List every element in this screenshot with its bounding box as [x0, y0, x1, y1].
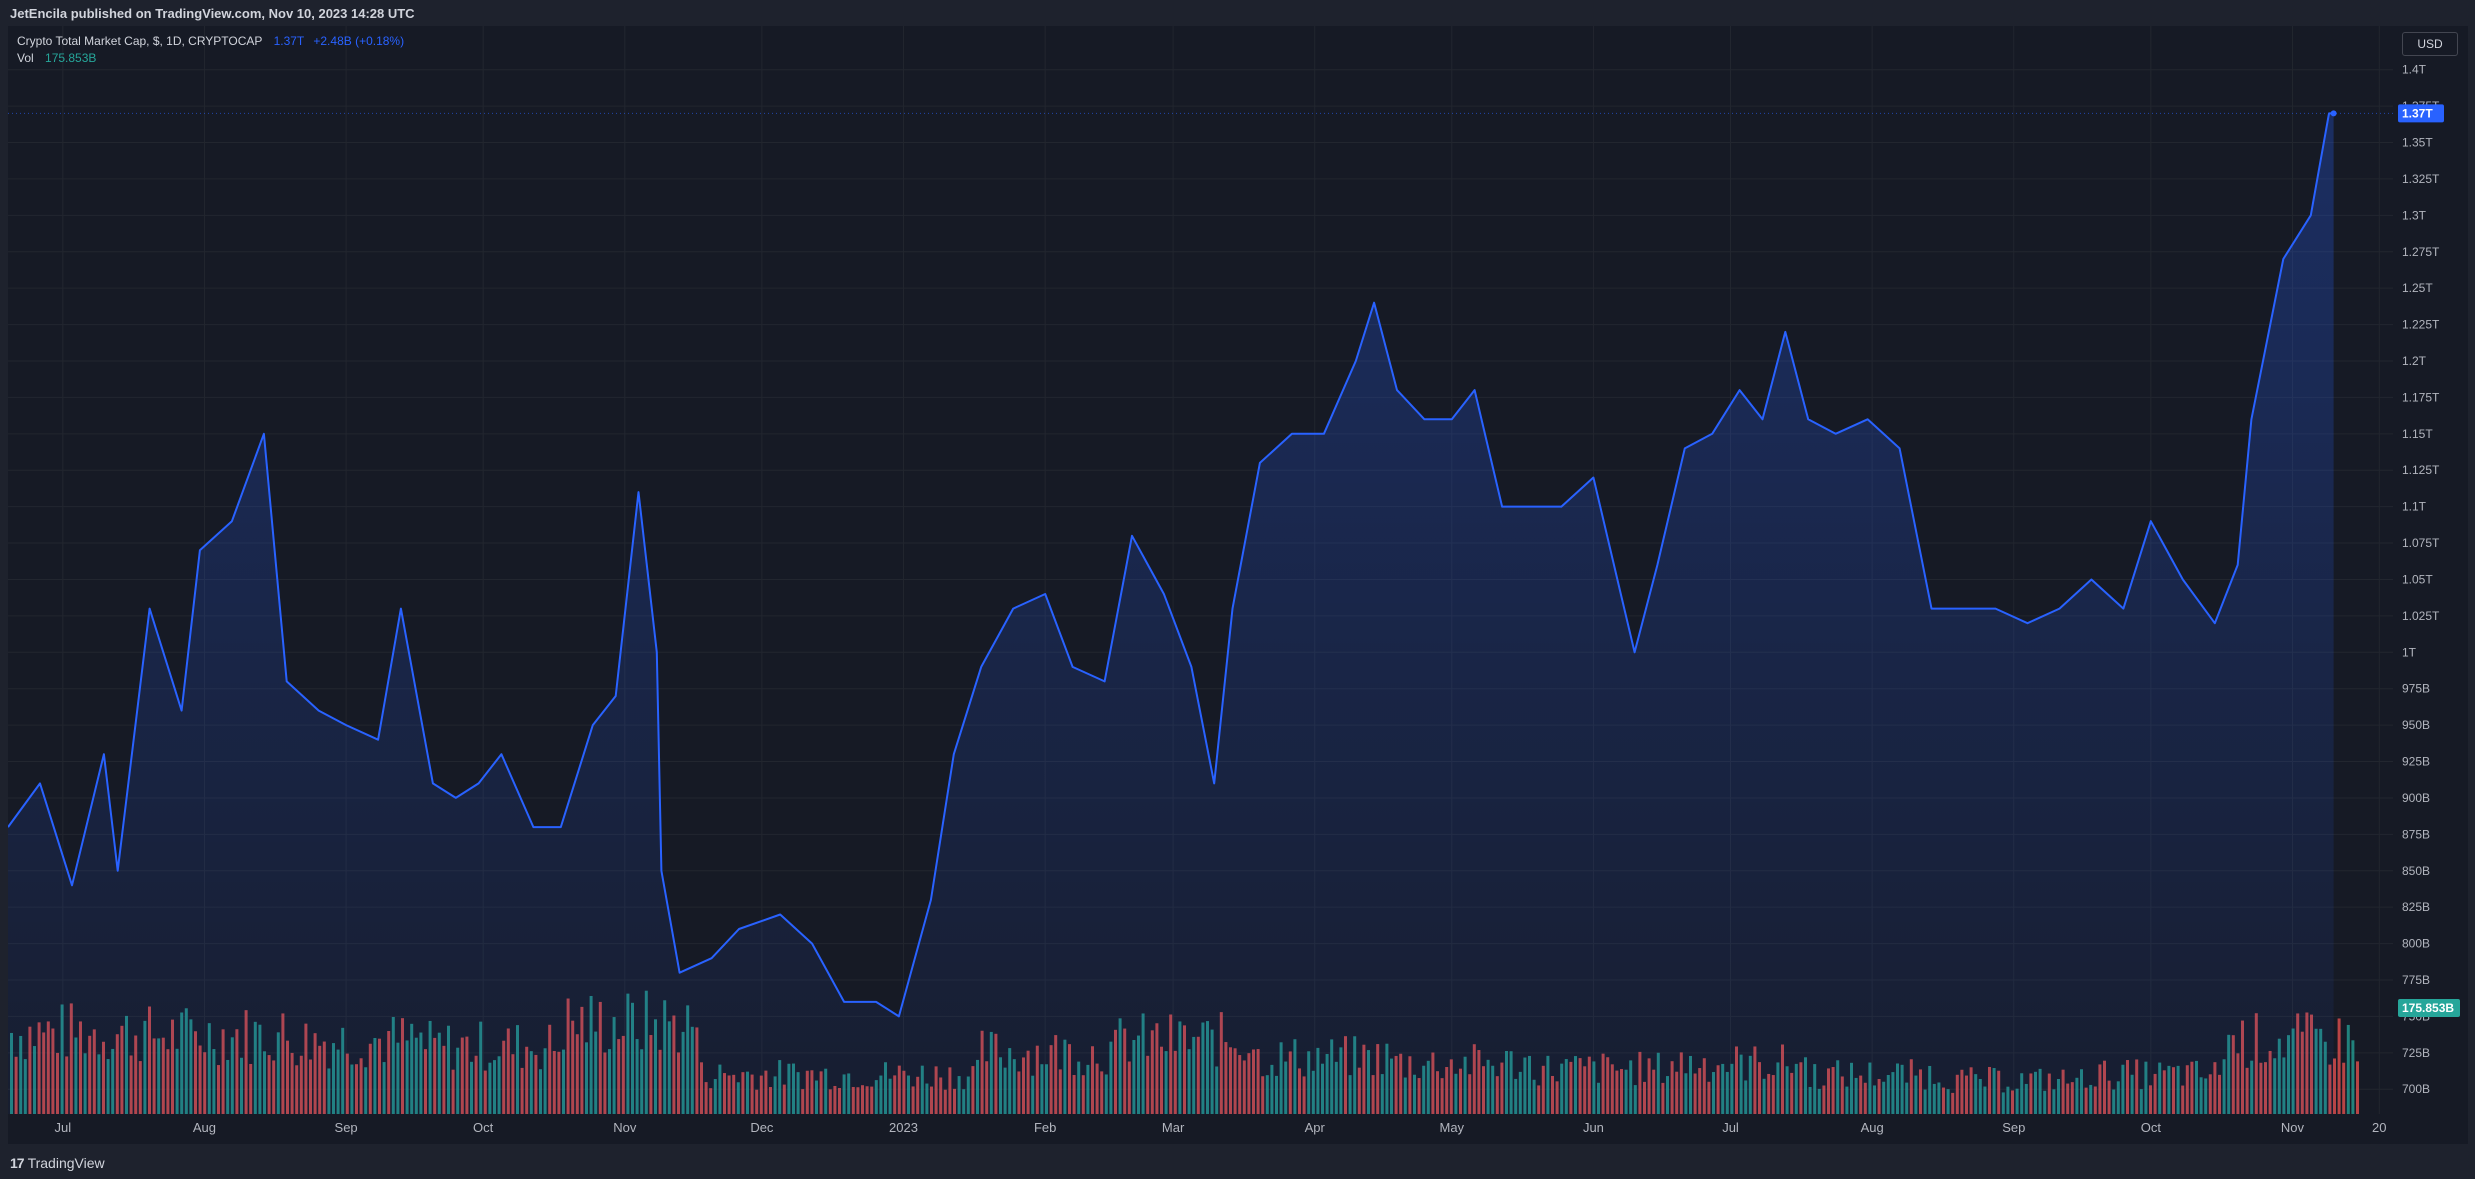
y-tick-label: 925B [2402, 755, 2430, 769]
legend-symbol[interactable]: Crypto Total Market Cap, $, 1D, CRYPTOCA… [17, 34, 262, 48]
y-tick-label: 1.2T [2402, 354, 2427, 368]
x-tick-label: 2023 [889, 1120, 918, 1135]
x-tick-label: Mar [1162, 1120, 1185, 1135]
footer-brand: TradingView [27, 1155, 105, 1171]
x-tick-label: Aug [193, 1120, 216, 1135]
y-tick-label: 1.275T [2402, 245, 2440, 259]
y-tick-label: 1.25T [2402, 281, 2433, 295]
x-tick-label: Nov [613, 1120, 637, 1135]
volume-badge-text: 175.853B [2402, 1001, 2454, 1015]
publish-text: JetEncila published on TradingView.com, … [10, 6, 415, 21]
tradingview-logo[interactable]: 17 TradingView [10, 1155, 105, 1171]
legend-main: Crypto Total Market Cap, $, 1D, CRYPTOCA… [17, 34, 404, 48]
y-tick-label: 950B [2402, 718, 2430, 732]
price-area [8, 110, 2393, 1114]
y-tick-label: 800B [2402, 937, 2430, 951]
currency-button[interactable]: USD [2402, 32, 2458, 56]
x-tick-label: Nov [2281, 1120, 2305, 1135]
last-value-badge: 1.37T [2398, 104, 2444, 123]
x-tick-label: Sep [335, 1120, 358, 1135]
volume-badge: 175.853B [2398, 999, 2460, 1017]
y-tick-label: 1.125T [2402, 463, 2440, 477]
y-tick-label: 1.325T [2402, 172, 2440, 186]
y-tick-label: 1.225T [2402, 318, 2440, 332]
y-tick-label: 1T [2402, 645, 2417, 659]
volume-bar [2356, 1061, 2359, 1114]
y-tick-label: 850B [2402, 864, 2430, 878]
y-tick-label: 1.025T [2402, 609, 2440, 623]
x-tick-label: Aug [1861, 1120, 1884, 1135]
legend-volume: Vol 175.853B [17, 51, 96, 65]
x-tick-label: Feb [1034, 1120, 1056, 1135]
y-tick-label: 1.4T [2402, 63, 2427, 77]
y-tick-label: 1.35T [2402, 136, 2433, 150]
legend-price: 1.37T [273, 34, 305, 48]
volume-bar [2342, 1062, 2346, 1114]
y-tick-label: 700B [2402, 1082, 2430, 1096]
y-tick-label: 1.175T [2402, 390, 2440, 404]
last-price-dot [2330, 110, 2337, 117]
x-tick-label: May [1440, 1120, 1465, 1135]
y-tick-label: 1.15T [2402, 427, 2433, 441]
volume-bar [2346, 1024, 2350, 1114]
x-tick-label: Jun [1583, 1120, 1604, 1135]
y-tick-label: 900B [2402, 791, 2430, 805]
legend-vol-label[interactable]: Vol [17, 51, 34, 65]
x-tick-label: Jul [1722, 1120, 1739, 1135]
legend-vol-value: 175.853B [45, 51, 97, 65]
volume-bar [2351, 1040, 2355, 1114]
x-tick-label: Dec [750, 1120, 774, 1135]
x-tick-label: Sep [2002, 1120, 2025, 1135]
publish-bar: JetEncila published on TradingView.com, … [0, 0, 2475, 26]
y-tick-label: 775B [2402, 973, 2430, 987]
x-tick-label: Oct [2141, 1120, 2162, 1135]
volume-bar [2337, 1018, 2341, 1114]
x-tick-label: Jul [55, 1120, 72, 1135]
x-tick-label: Oct [473, 1120, 494, 1135]
tradingview-logo-icon: 17 [10, 1155, 25, 1171]
y-tick-label: 725B [2402, 1046, 2430, 1060]
y-tick-label: 975B [2402, 682, 2430, 696]
y-tick-label: 1.1T [2402, 500, 2427, 514]
chart-frame[interactable]: 1.4T1.375T1.35T1.325T1.3T1.275T1.25T1.22… [8, 26, 2468, 1144]
y-tick-label: 1.3T [2402, 208, 2427, 222]
y-tick-label: 825B [2402, 900, 2430, 914]
footer: 17 TradingView [0, 1146, 2475, 1179]
y-tick-label: 1.05T [2402, 572, 2433, 586]
x-tick-label: Apr [1305, 1120, 1326, 1135]
y-tick-label: 875B [2402, 827, 2430, 841]
x-tick-label: 20 [2372, 1120, 2386, 1135]
last-value-text: 1.37T [2402, 106, 2433, 120]
legend-change: +2.48B (+0.18%) [313, 34, 405, 48]
y-tick-label: 1.075T [2402, 536, 2440, 550]
price-chart[interactable]: 1.4T1.375T1.35T1.325T1.3T1.275T1.25T1.22… [8, 26, 2468, 1144]
